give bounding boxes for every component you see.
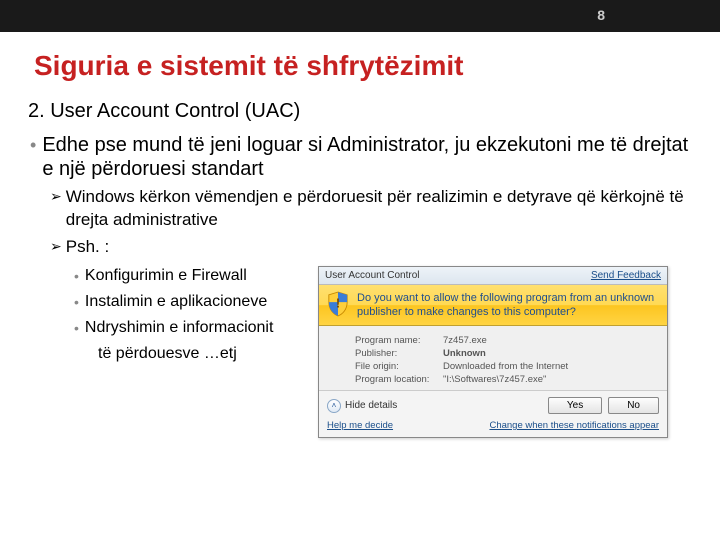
example-list: • Konfigurimin e Firewall • Instalimin e… [28,266,318,438]
list-item: • Ndryshimin e informacionit [72,318,318,338]
list-item-text: Instalimin e aplikacioneve [85,292,267,312]
arrow-icon: ➢ [50,185,66,231]
list-item-text: Ndryshimin e informacionit [85,318,274,338]
bullet2-text: Windows kërkon vëmendjen e përdoruesit p… [66,185,692,231]
no-button[interactable]: No [608,397,659,414]
slide-content: Siguria e sistemit të shfrytëzimit 2. Us… [0,32,720,438]
uac-body: Program name: 7z457.exe Publisher: Unkno… [319,326,667,390]
uac-titlebar: User Account Control Send Feedback [319,267,667,285]
info-row: Program location: "I:\Softwares\7z457.ex… [355,373,657,386]
info-key: File origin: [355,360,443,373]
bullet-level2: ➢ Windows kërkon vëmendjen e përdoruesit… [50,185,692,231]
info-row: Publisher: Unknown [355,347,657,360]
bullet-dot-icon: • [72,318,85,338]
lower-row: • Konfigurimin e Firewall • Instalimin e… [28,266,692,438]
button-row: Yes No [548,397,659,414]
bullet-text: Edhe pse mund të jeni loguar si Administ… [42,133,692,181]
send-feedback-link[interactable]: Send Feedback [591,270,661,281]
bullet2-text: Psh. : [66,235,109,258]
bullet-dot-icon: • [28,133,42,181]
info-key: Publisher: [355,347,443,360]
bullet-level2: ➢ Psh. : [50,235,692,258]
list-item: të përdouesve …etj [72,344,318,364]
help-link[interactable]: Help me decide [327,420,393,431]
chevron-up-icon: ˄ [327,399,341,413]
slide-title: Siguria e sistemit të shfrytëzimit [28,50,692,82]
info-value: Downloaded from the Internet [443,360,568,373]
shield-icon: ! [327,291,349,317]
uac-footer: ˄ Hide details Yes No Help me decide Cha… [319,390,667,437]
svg-text:!: ! [336,296,340,311]
uac-header: ! Do you want to allow the following pro… [319,285,667,326]
section-heading: 2. User Account Control (UAC) [28,100,692,123]
info-value: "I:\Softwares\7z457.exe" [443,373,546,386]
info-key: Program name: [355,334,443,347]
slide-topbar: 8 [0,0,720,32]
list-item: • Instalimin e aplikacioneve [72,292,318,312]
info-row: Program name: 7z457.exe [355,334,657,347]
change-notifications-link[interactable]: Change when these notifications appear [489,420,659,431]
hide-details-label: Hide details [345,400,397,411]
list-item: • Konfigurimin e Firewall [72,266,318,286]
yes-button[interactable]: Yes [548,397,602,414]
bullet-dot-icon: • [72,292,85,312]
hide-details-toggle[interactable]: ˄ Hide details [327,399,397,413]
list-item-text: të përdouesve …etj [98,344,237,364]
info-key: Program location: [355,373,443,386]
footer-links: Help me decide Change when these notific… [327,420,659,431]
footer-top: ˄ Hide details Yes No [327,397,659,414]
arrow-icon: ➢ [50,235,66,258]
uac-window-title: User Account Control [325,270,420,281]
list-item-text: Konfigurimin e Firewall [85,266,247,286]
info-row: File origin: Downloaded from the Interne… [355,360,657,373]
bullet-dot-icon: • [72,266,85,286]
info-value: Unknown [443,347,486,360]
uac-header-text: Do you want to allow the following progr… [357,291,659,319]
info-value: 7z457.exe [443,334,487,347]
page-number: 8 [597,7,605,23]
uac-dialog: User Account Control Send Feedback ! Do … [318,266,668,438]
bullet-level1: • Edhe pse mund të jeni loguar si Admini… [28,133,692,181]
